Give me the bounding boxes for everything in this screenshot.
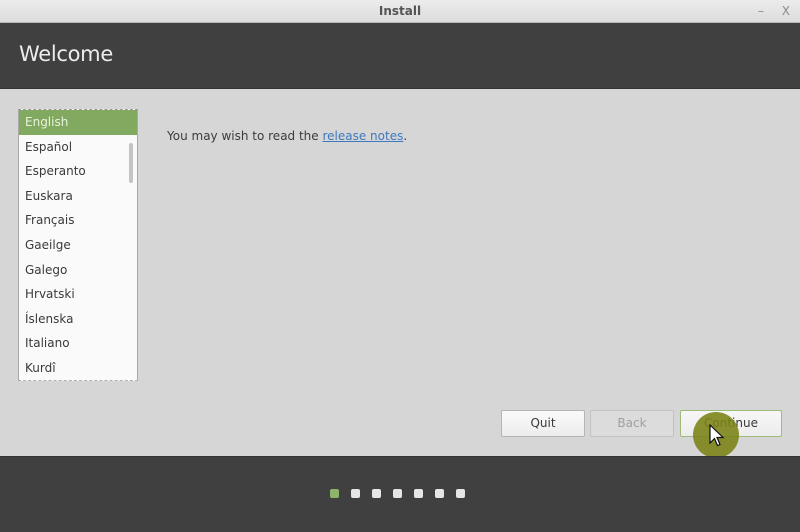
step-dot [351,489,360,498]
release-notes-link[interactable]: release notes [322,129,403,143]
language-item[interactable]: Español [19,135,137,160]
step-dot [435,489,444,498]
language-item[interactable]: Hrvatski [19,282,137,307]
mouse-cursor-icon [709,424,725,447]
language-item[interactable]: Italiano [19,331,137,356]
page-title: Welcome [19,42,113,66]
language-list[interactable]: English Español Esperanto Euskara Français Ga… [18,109,138,381]
scrollbar[interactable] [129,143,133,183]
close-icon[interactable]: X [782,0,790,22]
language-item[interactable]: Íslenska [19,307,137,332]
language-item[interactable]: English [19,110,137,135]
content-area: English Español Esperanto Euskara Français Ga… [0,89,800,455]
page-header: Welcome [0,23,800,89]
language-item[interactable]: Français [19,208,137,233]
notes-suffix: . [403,129,408,143]
quit-button[interactable]: Quit [501,410,585,437]
step-dot [414,489,423,498]
notes-prefix: You may wish to read the [167,129,323,143]
window-titlebar: Install – X [0,0,800,23]
step-dot [456,489,465,498]
footer-progress [0,456,800,532]
minimize-icon[interactable]: – [758,0,764,22]
release-notes-text: You may wish to read the release notes. [167,129,407,143]
window-title: Install [378,4,422,18]
step-dot [330,489,339,498]
step-dot [372,489,381,498]
language-item[interactable]: Euskara [19,184,137,209]
step-indicator [330,489,465,498]
language-item[interactable]: Esperanto [19,159,137,184]
back-button[interactable]: Back [590,410,674,437]
language-item[interactable]: Kurdî [19,356,137,380]
step-dot [393,489,402,498]
language-item[interactable]: Galego [19,258,137,283]
language-item[interactable]: Gaeilge [19,233,137,258]
